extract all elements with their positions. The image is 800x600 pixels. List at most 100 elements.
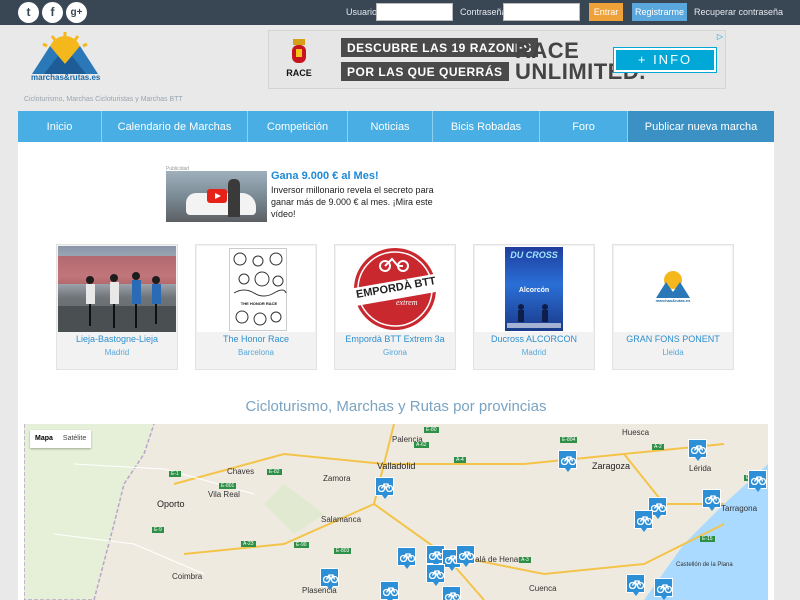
promo-body[interactable]: Inversor millonario revela el secreto pa…	[271, 184, 451, 220]
road-label: E-9	[152, 527, 164, 533]
nav-inicio[interactable]: Inicio	[18, 111, 102, 142]
cyclists-photo	[58, 256, 176, 332]
small-logo-text: marchas&rutas.es	[655, 298, 691, 303]
map-city: Lérida	[689, 464, 712, 473]
event-name[interactable]: The Honor Race	[196, 334, 316, 344]
event-city: Lleida	[662, 348, 684, 357]
event-poster: THE HONOR RACE	[197, 246, 315, 332]
event-card[interactable]: marchas&rutas.es GRAN FONS PONENT Lleida	[612, 244, 734, 370]
logo-text: marchas&rutas.es	[31, 73, 101, 82]
event-name[interactable]: GRAN FONS PONENT	[613, 334, 733, 344]
event-city: Barcelona	[237, 348, 275, 357]
nav-competicion[interactable]: Competición	[248, 111, 348, 142]
map-city: Valladolid	[377, 461, 416, 471]
play-icon[interactable]	[207, 189, 227, 203]
event-poster: EMPORDÀ BTT extrem	[336, 246, 454, 332]
usuario-label: Usuario	[346, 7, 378, 17]
event-poster: marchas&rutas.es	[614, 246, 732, 332]
map-city: Tarragona	[721, 504, 758, 513]
road-label: A-4	[454, 457, 466, 463]
map-city: Chaves	[227, 467, 255, 476]
race-brand: RACE	[286, 68, 312, 78]
map-city: Zamora	[323, 474, 351, 483]
site-tagline: Cicloturismo, Marchas Cicloturistas y Ma…	[24, 96, 183, 103]
road-label: E-90	[294, 542, 309, 548]
register-button[interactable]: Registrarme	[632, 3, 687, 21]
bike-marker-icon[interactable]	[702, 489, 721, 511]
bike-marker-icon[interactable]	[634, 510, 653, 532]
map-city: Zaragoza	[592, 461, 631, 471]
password-input[interactable]	[503, 3, 580, 21]
promo-ad[interactable]: Publicidad Gana 9.000 € al Mes! Inversor…	[166, 166, 456, 222]
event-card[interactable]: THE HONOR RACE The Honor Race Barcelona	[195, 244, 317, 370]
map-city: Cuenca	[529, 584, 557, 593]
recover-password-link[interactable]: Recuperar contraseña	[694, 7, 783, 17]
event-poster: DU CROSS Alcorcón	[475, 246, 593, 332]
road-label: E-803	[334, 548, 352, 554]
event-card[interactable]: Lieja-Bastogne-Lieja Madrid	[56, 244, 178, 370]
bike-marker-icon[interactable]	[320, 568, 339, 590]
facebook-icon[interactable]: f	[42, 2, 63, 23]
bike-marker-icon[interactable]	[558, 450, 577, 472]
race-logo: RACE	[279, 37, 319, 85]
road-label: E-801	[219, 483, 237, 489]
person-image	[228, 179, 240, 217]
event-city: Madrid	[104, 348, 130, 357]
road-label: E-82	[267, 469, 282, 475]
event-card[interactable]: DU CROSS Alcorcón Ducross ALCORCON Madri…	[473, 244, 595, 370]
twitter-icon[interactable]: t	[18, 2, 39, 23]
map-city: Oporto	[157, 499, 185, 509]
banner-info-button[interactable]: + INFO	[613, 47, 717, 73]
promo-video-thumbnail[interactable]	[166, 171, 267, 222]
event-name[interactable]: Ducross ALCORCON	[474, 334, 594, 344]
main-nav: Inicio Calendario de Marchas Competición…	[18, 111, 774, 142]
bike-marker-icon[interactable]	[456, 545, 475, 567]
road-label: A-62	[414, 442, 429, 448]
crown-shield-icon	[292, 39, 306, 63]
bike-marker-icon[interactable]	[397, 547, 416, 569]
bike-marker-icon[interactable]	[375, 477, 394, 499]
doodle-pattern	[233, 252, 287, 297]
map-type-mapa[interactable]: Mapa	[30, 430, 58, 448]
nav-foro[interactable]: Foro	[540, 111, 628, 142]
promo-title[interactable]: Gana 9.000 € al Mes!	[271, 170, 379, 182]
bike-marker-icon[interactable]	[626, 574, 645, 596]
ducross-sub: Alcorcón	[518, 287, 550, 294]
road-label: E-804	[560, 437, 578, 443]
poster-doodle-bottom	[235, 310, 282, 326]
bike-marker-icon[interactable]	[380, 581, 399, 600]
bike-marker-icon[interactable]	[688, 439, 707, 461]
logo-mountain-icon	[32, 32, 98, 74]
usuario-input[interactable]	[376, 3, 453, 21]
road-label: A-23	[241, 541, 256, 547]
map-city: Castellón de la Plana	[676, 562, 733, 568]
nav-calendario[interactable]: Calendario de Marchas	[102, 111, 248, 142]
nav-publicar-marcha[interactable]: Publicar nueva marcha	[628, 111, 774, 142]
road-label: E-80	[424, 427, 439, 433]
road-label: E-1	[169, 471, 181, 477]
race-banner-ad[interactable]: RACE DESCUBRE LAS 19 RAZONES POR LAS QUE…	[268, 30, 726, 89]
site-logo-small	[656, 271, 690, 298]
event-name[interactable]: Lieja-Bastogne-Lieja	[57, 334, 177, 344]
map-city: Salamanca	[321, 515, 362, 524]
main-content: Publicidad Gana 9.000 € al Mes! Inversor…	[18, 142, 774, 600]
bike-marker-icon[interactable]	[426, 564, 445, 586]
event-photo	[58, 246, 176, 332]
login-button[interactable]: Entrar	[589, 3, 623, 21]
event-card[interactable]: EMPORDÀ BTT extrem Empordà BTT Extrem 3a…	[334, 244, 456, 370]
provinces-map[interactable]: Mapa Satélite Huesca Palencia Valladolid…	[24, 424, 768, 600]
adchoices-icon[interactable]: ▷	[717, 32, 723, 41]
ducross-poster: DU CROSS Alcorcón	[505, 247, 563, 331]
google-plus-icon[interactable]: g+	[66, 2, 87, 23]
map-city: Huesca	[622, 428, 650, 437]
bike-marker-icon[interactable]	[748, 470, 767, 492]
password-label: Contraseña	[460, 7, 507, 17]
event-name[interactable]: Empordà BTT Extrem 3a	[335, 334, 455, 344]
banner-line-1: DESCUBRE LAS 19 RAZONES	[341, 38, 538, 57]
ducross-figures	[507, 304, 561, 328]
bike-marker-icon[interactable]	[442, 586, 461, 600]
map-type-satelite[interactable]: Satélite	[58, 430, 91, 448]
bike-marker-icon[interactable]	[654, 578, 673, 600]
nav-bicis-robadas[interactable]: Bicis Robadas	[433, 111, 540, 142]
nav-noticias[interactable]: Noticias	[348, 111, 433, 142]
